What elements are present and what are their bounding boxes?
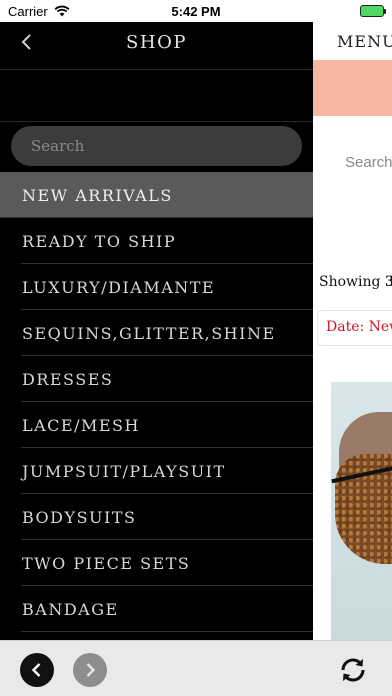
store-header: MENU bbox=[313, 22, 392, 60]
category-item-new-arrivals[interactable]: NEW ARRIVALS bbox=[0, 172, 313, 218]
shop-drawer: SHOP NEW ARRIVALS READY TO SHIP LUXURY/D… bbox=[0, 22, 313, 640]
category-item-bodysuits[interactable]: BODYSUITS bbox=[0, 494, 313, 540]
category-item-ready-to-ship[interactable]: READY TO SHIP bbox=[0, 218, 313, 264]
drawer-title: SHOP bbox=[126, 32, 187, 53]
status-left: Carrier bbox=[8, 4, 70, 19]
results-count-prefix: Showing bbox=[319, 274, 385, 290]
status-time: 5:42 PM bbox=[171, 3, 221, 19]
category-item-bandage[interactable]: BANDAGE bbox=[0, 586, 313, 632]
results-count: Showing 36 bbox=[319, 274, 392, 290]
forward-button[interactable] bbox=[73, 653, 107, 687]
product-image[interactable] bbox=[331, 382, 392, 640]
carrier-label: Carrier bbox=[8, 3, 48, 19]
category-item-sequins-glitter-shine[interactable]: SEQUINS,GLITTER,SHINE bbox=[0, 310, 313, 356]
store-search-placeholder[interactable]: Search bbox=[345, 154, 392, 171]
store-menu-label[interactable]: MENU bbox=[337, 32, 392, 51]
category-item-lace-mesh[interactable]: LACE/MESH bbox=[0, 402, 313, 448]
arrow-right-icon bbox=[86, 663, 96, 677]
results-count-number: 36 bbox=[384, 274, 392, 290]
back-button[interactable] bbox=[20, 653, 54, 687]
category-item-two-piece-sets[interactable]: TWO PIECE SETS bbox=[0, 540, 313, 586]
battery-charging-icon bbox=[360, 5, 386, 17]
browser-toolbar bbox=[0, 640, 392, 696]
status-bar: Carrier 5:42 PM bbox=[0, 0, 392, 22]
drawer-spacer bbox=[0, 70, 313, 122]
store-page: MENU Search Showing 36 Date: New bbox=[313, 22, 392, 640]
category-item-dresses[interactable]: DRESSES bbox=[0, 356, 313, 402]
drawer-search bbox=[0, 122, 313, 170]
reload-button[interactable] bbox=[336, 653, 370, 687]
promo-band bbox=[313, 60, 392, 116]
sort-select[interactable]: Date: New bbox=[317, 310, 392, 346]
category-item-jumpsuit-playsuit[interactable]: JUMPSUIT/PLAYSUIT bbox=[0, 448, 313, 494]
drawer-header: SHOP bbox=[0, 22, 313, 70]
sort-select-label: Date: New bbox=[326, 319, 392, 335]
wifi-icon bbox=[54, 5, 70, 17]
category-item-luxury-diamante[interactable]: LUXURY/DIAMANTE bbox=[0, 264, 313, 310]
arrow-left-icon bbox=[31, 663, 41, 677]
reload-icon bbox=[341, 658, 365, 682]
category-list: NEW ARRIVALS READY TO SHIP LUXURY/DIAMAN… bbox=[0, 172, 313, 632]
search-input[interactable] bbox=[11, 126, 302, 166]
